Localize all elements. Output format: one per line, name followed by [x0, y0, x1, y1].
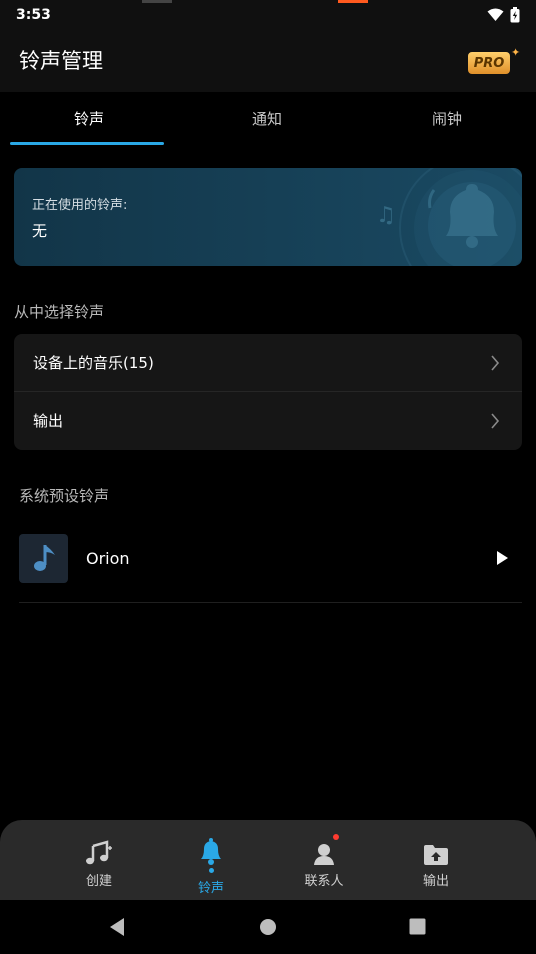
preset-ringtone-item[interactable]: Orion [19, 534, 522, 586]
bell-decoration-icon: ♫ [376, 168, 522, 266]
back-icon[interactable] [108, 917, 126, 937]
choose-section-title: 从中选择铃声 [14, 303, 105, 321]
home-icon[interactable] [259, 918, 277, 936]
device-music-label: 设备上的音乐(15) [33, 354, 154, 372]
preset-ringtone-name: Orion [86, 549, 130, 568]
contact-icon [313, 834, 339, 866]
nav-ringtone-label: 铃声 [197, 881, 224, 896]
folder-upload-icon [423, 836, 449, 866]
current-ringtone-label: 正在使用的铃声: [32, 198, 128, 213]
wifi-icon [487, 8, 504, 21]
page-title: 铃声管理 [19, 49, 103, 73]
nav-create[interactable]: 创建 [44, 820, 154, 900]
nav-output[interactable]: 输出 [381, 820, 491, 900]
tab-ringtone[interactable]: 铃声 [0, 108, 178, 129]
current-ringtone-card: ♫ 正在使用的铃声: 无 [14, 168, 522, 266]
bottom-navigation: 创建 铃声 联系人 输出 [0, 820, 536, 900]
svg-text:♫: ♫ [376, 203, 396, 228]
nav-contacts[interactable]: 联系人 [269, 820, 379, 900]
music-note-icon [19, 534, 68, 583]
nav-ringtone[interactable]: 铃声 [156, 820, 266, 900]
nav-active-dot [208, 868, 214, 873]
bell-icon [199, 836, 223, 866]
status-indicator [142, 0, 172, 3]
music-create-icon [85, 836, 113, 866]
sparkle-icon: ✦ [511, 46, 521, 59]
notification-dot [333, 834, 339, 840]
nav-contacts-label: 联系人 [304, 874, 344, 889]
play-icon[interactable] [495, 550, 509, 566]
device-music-item[interactable]: 设备上的音乐(15) [14, 334, 522, 391]
chevron-right-icon [491, 354, 500, 371]
preset-section-title: 系统预设铃声 [19, 487, 110, 505]
battery-charging-icon [510, 7, 520, 23]
nav-output-label: 输出 [422, 874, 449, 889]
pro-badge[interactable]: PRO [468, 52, 510, 74]
tab-alarm[interactable]: 闹钟 [358, 108, 536, 129]
output-label: 输出 [33, 412, 64, 430]
status-indicator-orange [338, 0, 368, 3]
status-bar [0, 0, 536, 32]
nav-create-label: 创建 [85, 874, 112, 889]
recents-icon[interactable] [409, 918, 426, 935]
choose-source-list: 设备上的音乐(15) 输出 [14, 334, 522, 450]
status-time: 3:53 [16, 7, 51, 23]
system-navigation-bar [0, 900, 536, 954]
tab-active-indicator [10, 142, 164, 145]
preset-divider [19, 602, 522, 603]
chevron-right-icon [491, 412, 500, 429]
current-ringtone-value: 无 [32, 222, 48, 240]
status-icons [487, 7, 520, 23]
output-item[interactable]: 输出 [14, 392, 522, 449]
tab-notification[interactable]: 通知 [178, 108, 356, 129]
